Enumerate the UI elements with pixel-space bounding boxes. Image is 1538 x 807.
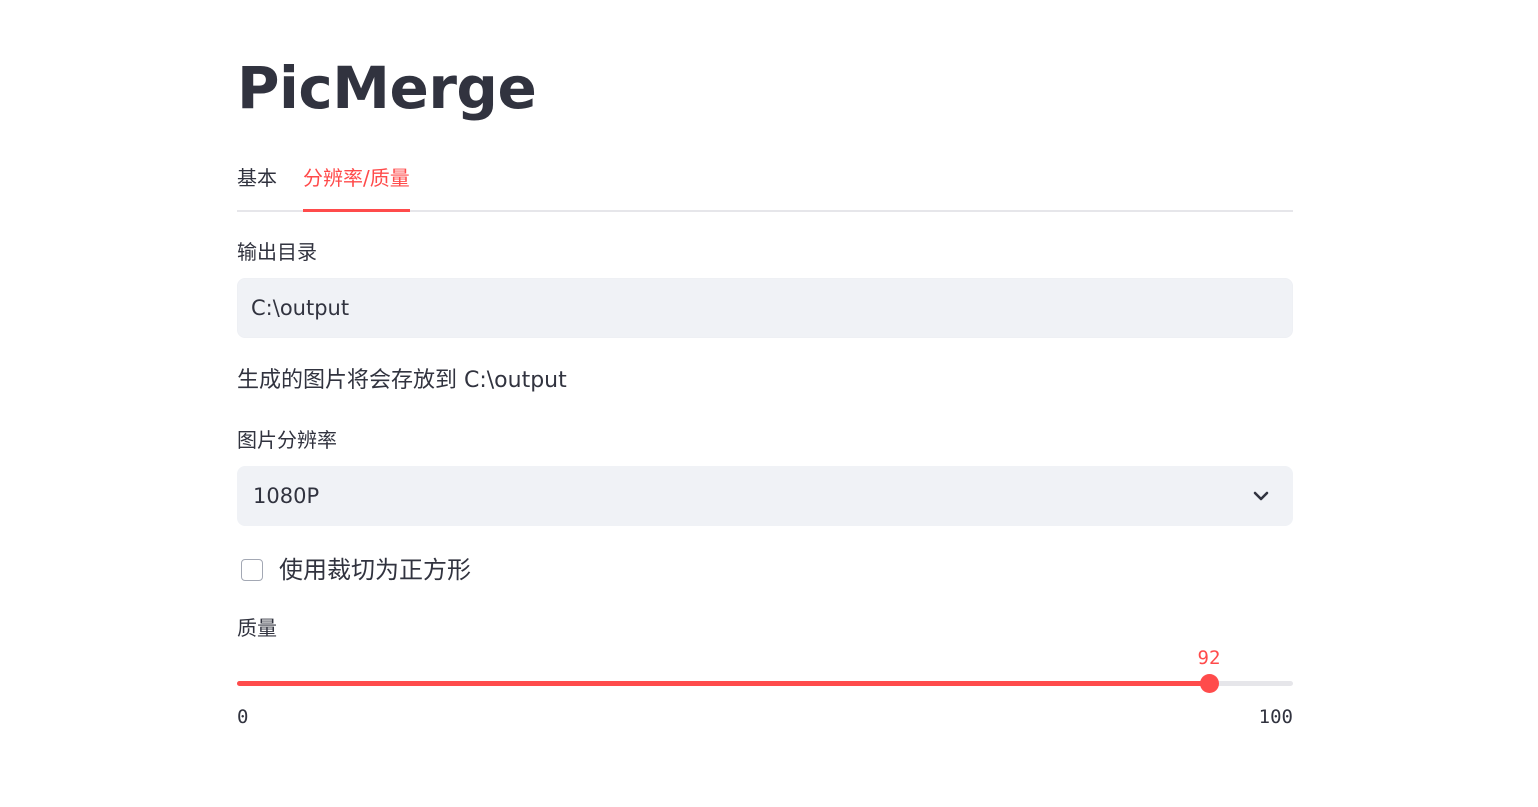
square-crop-checkbox[interactable]: 使用裁切为正方形 bbox=[237, 552, 637, 588]
resolution-label: 图片分辨率 bbox=[237, 428, 337, 452]
output-dir-input[interactable]: C:\output bbox=[237, 278, 1293, 338]
quality-slider-fill bbox=[237, 681, 1209, 686]
tab-bar: 基本 分辨率/质量 bbox=[237, 158, 1293, 212]
resolution-select[interactable]: 1080P bbox=[237, 466, 1293, 526]
square-crop-label: 使用裁切为正方形 bbox=[279, 556, 471, 584]
output-dir-value: C:\output bbox=[251, 296, 350, 320]
quality-max-label: 100 bbox=[1258, 706, 1293, 728]
output-dir-label: 输出目录 bbox=[237, 240, 317, 264]
chevron-down-icon bbox=[1253, 491, 1269, 501]
resolution-selected-value: 1080P bbox=[253, 484, 320, 508]
page-title: PicMerge bbox=[237, 54, 537, 122]
quality-slider[interactable]: 92 0 100 bbox=[237, 640, 1293, 730]
tab-basic[interactable]: 基本 bbox=[237, 158, 277, 210]
square-crop-checkbox-box[interactable] bbox=[241, 559, 263, 581]
tab-resolution-quality[interactable]: 分辨率/质量 bbox=[303, 158, 410, 212]
quality-min-label: 0 bbox=[237, 706, 249, 728]
output-info-text: 生成的图片将会存放到 C:\output bbox=[237, 368, 567, 393]
quality-current-value: 92 bbox=[1197, 647, 1221, 669]
quality-slider-thumb[interactable] bbox=[1200, 674, 1219, 693]
quality-label: 质量 bbox=[237, 616, 277, 640]
